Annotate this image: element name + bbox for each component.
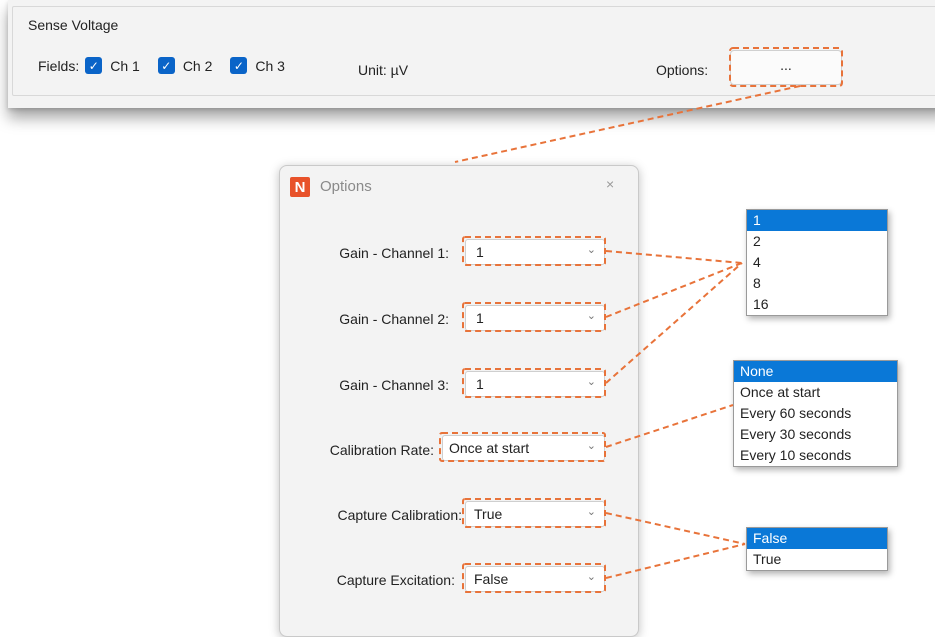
check-icon: ✓ (230, 57, 248, 74)
gain-channel-2-select[interactable]: 1 ⌄ (465, 305, 605, 331)
boolean-options-list: False True (746, 527, 888, 571)
gain-channel-2-label: Gain - Channel 2: (339, 311, 449, 327)
select-value: 1 (476, 310, 484, 326)
list-item[interactable]: False (747, 528, 887, 549)
check-icon: ✓ (157, 57, 175, 74)
capture-excitation-label: Capture Excitation: (336, 572, 455, 588)
list-item[interactable]: 2 (747, 231, 887, 252)
capture-excitation-select[interactable]: False ⌄ (465, 566, 605, 592)
channel-checkbox-3[interactable]: ✓ Ch 3 (230, 57, 285, 74)
list-item[interactable]: 1 (747, 210, 887, 231)
list-item[interactable]: Every 10 seconds (734, 445, 897, 466)
channel-label: Ch 2 (182, 57, 213, 74)
fields-label: Fields: (38, 57, 80, 74)
list-item[interactable]: None (734, 361, 897, 382)
gain-options-list: 1 2 4 8 16 (746, 209, 888, 316)
select-value: Once at start (449, 440, 530, 456)
capture-calibration-select[interactable]: True ⌄ (465, 501, 605, 527)
options-label: Options: (656, 62, 709, 78)
calibration-rate-select[interactable]: Once at start ⌄ (442, 435, 605, 461)
capture-calibration-label: Capture Calibration: (337, 507, 462, 523)
chevron-down-icon: ⌄ (586, 571, 596, 583)
chevron-down-icon: ⌄ (586, 244, 596, 256)
close-icon[interactable]: × (606, 176, 614, 192)
list-item[interactable]: Every 30 seconds (734, 424, 897, 445)
options-button[interactable]: ... (730, 50, 842, 85)
check-icon: ✓ (85, 57, 103, 74)
list-item[interactable]: Once at start (734, 382, 897, 403)
channel-label: Ch 1 (110, 57, 140, 74)
chevron-down-icon: ⌄ (586, 506, 596, 518)
calibration-rate-options-list: None Once at start Every 60 seconds Ever… (733, 360, 898, 467)
select-value: False (474, 571, 509, 587)
fields-row: Fields: ✓ Ch 1 ✓ Ch 2 ✓ Ch 3 (38, 57, 303, 74)
select-value: True (474, 506, 503, 522)
select-value: 1 (476, 376, 484, 392)
list-item[interactable]: 8 (747, 273, 887, 294)
channel-checkbox-1[interactable]: ✓ Ch 1 (85, 57, 140, 74)
channel-checkbox-2[interactable]: ✓ Ch 2 (157, 57, 213, 74)
gain-channel-1-select[interactable]: 1 ⌄ (465, 239, 605, 265)
chevron-down-icon: ⌄ (586, 440, 596, 452)
select-value: 1 (476, 244, 484, 260)
chevron-down-icon: ⌄ (586, 376, 596, 388)
dialog-title: Options (320, 178, 372, 195)
list-item[interactable]: Every 60 seconds (734, 403, 897, 424)
list-item[interactable]: 16 (747, 294, 887, 315)
gain-channel-1-label: Gain - Channel 1: (339, 245, 449, 261)
unit-label: Unit: µV (358, 62, 409, 78)
options-dialog: N Options × Gain - Channel 1: 1 ⌄ Gain -… (279, 165, 639, 637)
list-item[interactable]: 4 (747, 252, 887, 273)
app-logo-icon: N (290, 177, 310, 197)
gain-channel-3-label: Gain - Channel 3: (339, 377, 449, 393)
channel-label: Ch 3 (255, 57, 285, 74)
list-item[interactable]: True (747, 549, 887, 570)
gain-channel-3-select[interactable]: 1 ⌄ (465, 371, 605, 397)
chevron-down-icon: ⌄ (586, 310, 596, 322)
group-title: Sense Voltage (28, 17, 119, 33)
calibration-rate-label: Calibration Rate: (329, 442, 434, 458)
